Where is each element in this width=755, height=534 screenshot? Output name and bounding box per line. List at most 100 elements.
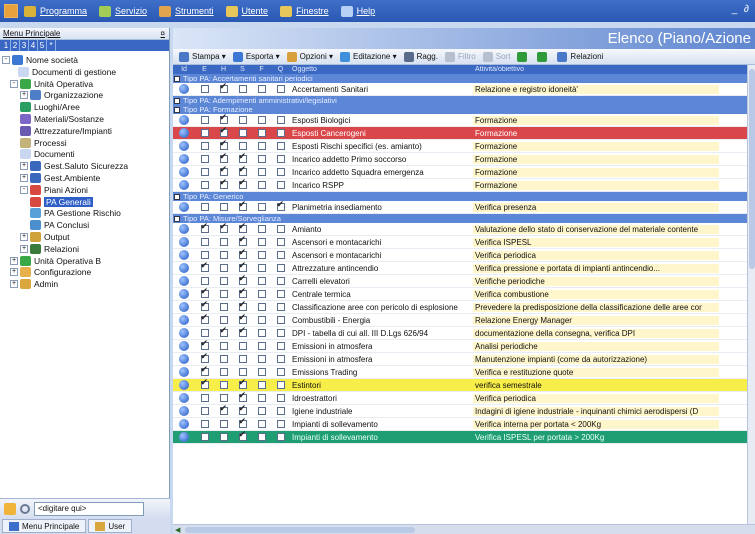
checkbox[interactable] — [200, 129, 209, 137]
tree-node[interactable]: PA Generali — [30, 196, 93, 208]
expand-icon[interactable]: + — [20, 233, 28, 241]
checkbox[interactable] — [238, 313, 247, 324]
checkbox[interactable] — [200, 407, 209, 415]
tree-node[interactable]: + Output — [20, 231, 70, 243]
level-tab[interactable]: * — [47, 40, 56, 51]
checkbox[interactable] — [200, 420, 209, 428]
table-row[interactable]: Emissioni in atmosfera Analisi periodiche — [173, 339, 755, 353]
checkbox[interactable] — [276, 129, 285, 137]
col-header-attivita[interactable]: Attività/obiettivo — [473, 66, 719, 73]
tab-menu-principale[interactable]: Menu Principale — [2, 519, 87, 533]
checkbox[interactable] — [219, 277, 228, 285]
menu-item-utente[interactable]: Utente — [225, 5, 268, 17]
checkbox[interactable] — [257, 85, 266, 93]
info-icon[interactable] — [179, 276, 189, 286]
checkbox[interactable] — [219, 264, 228, 272]
checkbox[interactable] — [219, 355, 228, 363]
table-row[interactable]: Centrale termica Verifica combustione — [173, 287, 755, 301]
checkbox[interactable] — [238, 165, 247, 176]
collapse-icon[interactable] — [174, 97, 180, 104]
tree-node[interactable]: + Relazioni — [20, 243, 79, 255]
info-icon[interactable] — [179, 341, 189, 351]
checkbox[interactable] — [200, 222, 209, 233]
expand-icon[interactable]: + — [20, 174, 28, 182]
checkbox[interactable] — [238, 430, 247, 441]
checkbox[interactable] — [257, 238, 266, 246]
horizontal-scrollbar[interactable]: ◀ — [173, 524, 755, 534]
checkbox[interactable] — [276, 181, 285, 189]
checkbox[interactable] — [276, 225, 285, 233]
checkbox[interactable] — [257, 433, 266, 441]
table-row[interactable]: Esposti Cancerogeni Formazione — [173, 126, 755, 140]
table-row[interactable]: Amianto Valutazione dello stato di conser… — [173, 222, 755, 236]
info-icon[interactable] — [179, 315, 189, 325]
checkbox[interactable] — [200, 277, 209, 285]
checkbox[interactable] — [257, 168, 266, 176]
collapse-icon[interactable]: - — [20, 185, 28, 194]
menu-item-help[interactable]: Help — [340, 5, 375, 17]
checkbox[interactable] — [219, 178, 228, 189]
checkbox[interactable] — [257, 394, 266, 402]
checkbox[interactable] — [219, 82, 228, 93]
checkbox[interactable] — [238, 222, 247, 233]
tree-node[interactable]: Materiali/Sostanze — [20, 113, 104, 125]
level-tab[interactable]: 1 — [2, 40, 11, 51]
info-icon[interactable] — [179, 224, 189, 234]
tree-node[interactable]: + Admin — [10, 278, 58, 290]
info-icon[interactable] — [179, 263, 189, 273]
checkbox[interactable] — [200, 181, 209, 189]
checkbox[interactable] — [276, 168, 285, 176]
tree-node[interactable]: + Gest.Ambiente — [20, 172, 100, 184]
checkbox[interactable] — [276, 200, 285, 211]
col-header-q[interactable]: Q — [271, 66, 290, 73]
table-row[interactable]: Accertamenti Sanitari Relazione e registr… — [173, 82, 755, 96]
info-icon[interactable] — [179, 202, 189, 212]
scroll-left-icon[interactable]: ◀ — [175, 526, 180, 534]
table-row[interactable]: Idroestrattori Verifica periodica — [173, 391, 755, 405]
checkbox[interactable] — [276, 355, 285, 363]
checkbox[interactable] — [200, 251, 209, 259]
checkbox[interactable] — [219, 126, 228, 137]
checkbox[interactable] — [200, 287, 209, 298]
checkbox[interactable] — [276, 342, 285, 350]
checkbox[interactable] — [200, 352, 209, 363]
table-row[interactable]: Incarico addetto Squadra emergenza Formaz… — [173, 165, 755, 179]
checkbox[interactable] — [276, 277, 285, 285]
checkbox[interactable] — [200, 433, 209, 441]
checkbox[interactable] — [219, 238, 228, 246]
checkbox[interactable] — [200, 365, 209, 376]
checkbox[interactable] — [276, 251, 285, 259]
checkbox[interactable] — [200, 394, 209, 402]
checkbox[interactable] — [257, 342, 266, 350]
info-icon[interactable] — [179, 393, 189, 403]
info-icon[interactable] — [179, 302, 189, 312]
col-header-f[interactable]: F — [252, 66, 271, 73]
info-icon[interactable] — [179, 154, 189, 164]
col-header-s[interactable]: S — [233, 66, 252, 73]
vertical-scrollbar[interactable] — [747, 65, 755, 525]
expand-icon[interactable]: + — [20, 91, 28, 100]
expand-icon[interactable]: + — [10, 256, 18, 265]
tree-node[interactable]: + Gest.Saluto Sicurezza — [20, 160, 128, 172]
pin-icon[interactable]: ¤ — [161, 29, 165, 38]
checkbox[interactable] — [219, 381, 228, 389]
tree-node[interactable]: + Organizzazione — [20, 89, 103, 101]
checkbox[interactable] — [219, 290, 228, 298]
checkbox[interactable] — [219, 404, 228, 415]
toolbar-button-down-arrow[interactable] — [517, 51, 530, 62]
checkbox[interactable] — [257, 329, 266, 337]
info-icon[interactable] — [179, 180, 189, 190]
checkbox[interactable] — [276, 329, 285, 337]
info-icon[interactable] — [179, 84, 189, 94]
table-row[interactable]: Igiene industriale Indagini di igiene ind… — [173, 404, 755, 418]
checkbox[interactable] — [238, 85, 247, 93]
checkbox[interactable] — [257, 116, 266, 124]
table-row[interactable]: Planimetria insediamento Verifica presenz… — [173, 200, 755, 214]
info-icon[interactable] — [179, 380, 189, 390]
tree-node[interactable]: PA Gestione Rischio — [30, 207, 121, 219]
table-row[interactable]: Esposti Rischi specifici (es. amianto) Fo… — [173, 139, 755, 153]
collapse-icon[interactable] — [174, 75, 180, 82]
checkbox[interactable] — [219, 303, 228, 311]
expand-icon[interactable]: + — [10, 268, 18, 277]
checkbox[interactable] — [200, 142, 209, 150]
